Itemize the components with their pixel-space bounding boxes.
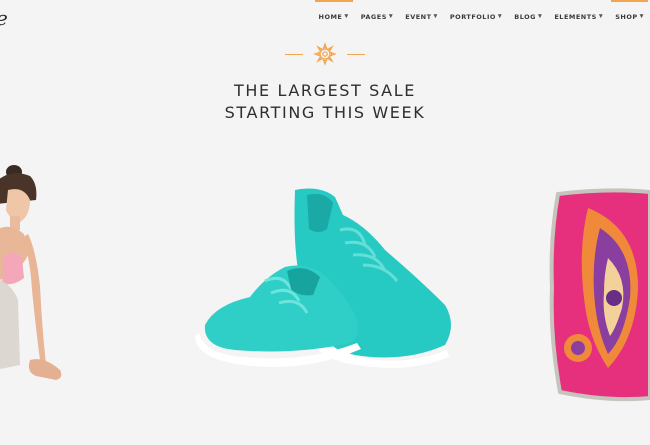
nav-event[interactable]: EVENT ▼	[399, 0, 444, 32]
nav-shop-label: SHOP	[615, 13, 638, 21]
chevron-down-icon: ▼	[344, 13, 349, 20]
nav-elements-label: ELEMENTS	[554, 13, 597, 21]
nav-pages[interactable]: PAGES ▼	[355, 0, 400, 32]
nav-home[interactable]: HOME ▼	[313, 0, 355, 32]
paisley-pillow-image[interactable]	[548, 188, 650, 403]
site-logo[interactable]: e	[0, 8, 8, 28]
nav-portfolio[interactable]: PORTFOLIO ▼	[444, 0, 508, 32]
nav-shop[interactable]: SHOP ▼	[609, 0, 650, 32]
chevron-down-icon: ▼	[598, 13, 604, 20]
ornament-line-left	[285, 54, 303, 55]
nav-blog[interactable]: BLOG ▼	[508, 0, 548, 32]
teal-sneakers-image[interactable]	[195, 185, 457, 375]
chevron-down-icon: ▼	[639, 13, 644, 20]
nav-portfolio-label: PORTFOLIO	[449, 13, 496, 21]
sun-ornament-icon	[313, 42, 337, 66]
nav-blog-label: BLOG	[514, 13, 536, 21]
chevron-down-icon: ▼	[538, 13, 543, 20]
nav-pages-label: PAGES	[360, 13, 387, 21]
nav-elements[interactable]: ELEMENTS ▼	[548, 0, 609, 32]
section-ornament	[285, 42, 365, 66]
ornament-line-right	[347, 54, 365, 55]
main-nav: HOME ▼ PAGES ▼ EVENT ▼ PORTFOLIO ▼ BLOG …	[313, 0, 650, 32]
headline-line-1: THE LARGEST SALE	[234, 81, 416, 100]
headline-line-2: STARTING THIS WEEK	[224, 103, 426, 122]
woman-model-image[interactable]	[0, 160, 70, 390]
nav-home-label: HOME	[318, 13, 343, 21]
nav-event-label: EVENT	[405, 13, 432, 21]
chevron-down-icon: ▼	[433, 13, 438, 20]
chevron-down-icon: ▼	[497, 13, 503, 20]
chevron-down-icon: ▼	[388, 13, 394, 20]
hero-headline: THE LARGEST SALE STARTING THIS WEEK	[0, 80, 650, 124]
